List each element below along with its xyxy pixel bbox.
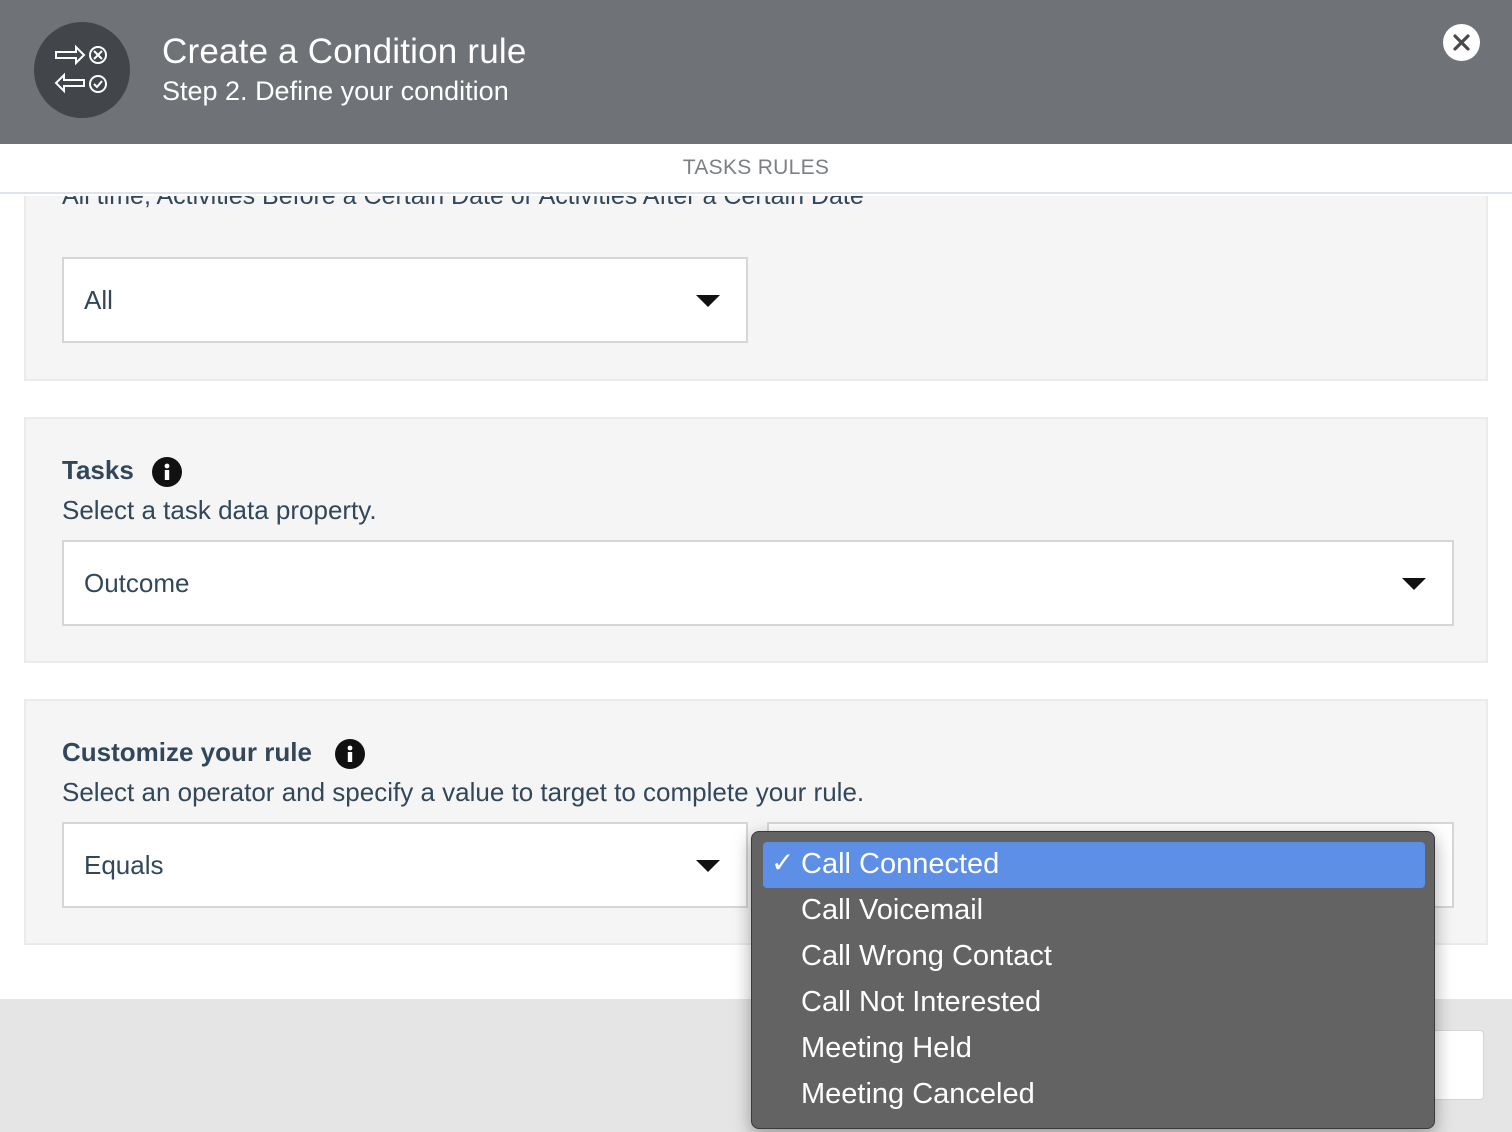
operator-select[interactable]: Equals (62, 822, 748, 908)
date-range-select-value: All (84, 285, 113, 315)
operator-select-value: Equals (84, 850, 164, 880)
task-property-select[interactable]: Outcome (62, 540, 1454, 626)
tasks-help: Select a task data property. (62, 495, 377, 525)
menu-item-label: Call Connected (801, 848, 1000, 880)
menu-item-call-not-interested[interactable]: Call Not Interested (763, 980, 1425, 1026)
modal-subtitle: Step 2. Define your condition (162, 76, 509, 106)
modal-header: Create a Condition rule Step 2. Define y… (0, 0, 1512, 144)
condition-rule-icon (34, 22, 130, 118)
tasks-heading: Tasks (62, 455, 134, 485)
menu-item-call-connected[interactable]: ✓ Call Connected (763, 842, 1425, 888)
menu-item-label: Call Wrong Contact (801, 940, 1052, 972)
date-range-panel: All time, Activities Before a Certain Da… (24, 196, 1488, 381)
info-icon[interactable] (152, 457, 182, 487)
customize-rule-help: Select an operator and specify a value t… (62, 777, 865, 807)
date-range-select[interactable]: All (62, 257, 748, 343)
menu-item-label: Meeting Canceled (801, 1078, 1035, 1110)
close-icon (1453, 34, 1470, 51)
tasks-panel: Tasks Select a task data property. Outco… (24, 417, 1488, 663)
chevron-down-icon (696, 295, 720, 307)
modal-title: Create a Condition rule (162, 32, 527, 71)
menu-item-call-wrong-contact[interactable]: Call Wrong Contact (763, 934, 1425, 980)
menu-item-call-voicemail[interactable]: Call Voicemail (763, 888, 1425, 934)
close-button[interactable] (1443, 24, 1480, 61)
checkmark-icon: ✓ (771, 847, 795, 878)
menu-item-label: Call Not Interested (801, 986, 1042, 1018)
menu-item-label: Meeting Held (801, 1032, 972, 1064)
value-dropdown-menu[interactable]: ✓ Call Connected Call Voicemail Call Wro… (751, 831, 1435, 1129)
tab-bar: TASKS RULES (0, 144, 1512, 194)
customize-rule-heading: Customize your rule (62, 737, 312, 767)
chevron-down-icon (696, 860, 720, 872)
menu-item-meeting-canceled[interactable]: Meeting Canceled (763, 1072, 1425, 1118)
tab-tasks-rules[interactable]: TASKS RULES (0, 156, 1512, 180)
chevron-down-icon (1402, 578, 1426, 590)
menu-item-label: Call Voicemail (801, 894, 984, 926)
menu-item-meeting-held[interactable]: Meeting Held (763, 1026, 1425, 1072)
info-icon[interactable] (335, 739, 365, 769)
task-property-select-value: Outcome (84, 568, 190, 598)
date-range-help: All time, Activities Before a Certain Da… (62, 196, 864, 210)
